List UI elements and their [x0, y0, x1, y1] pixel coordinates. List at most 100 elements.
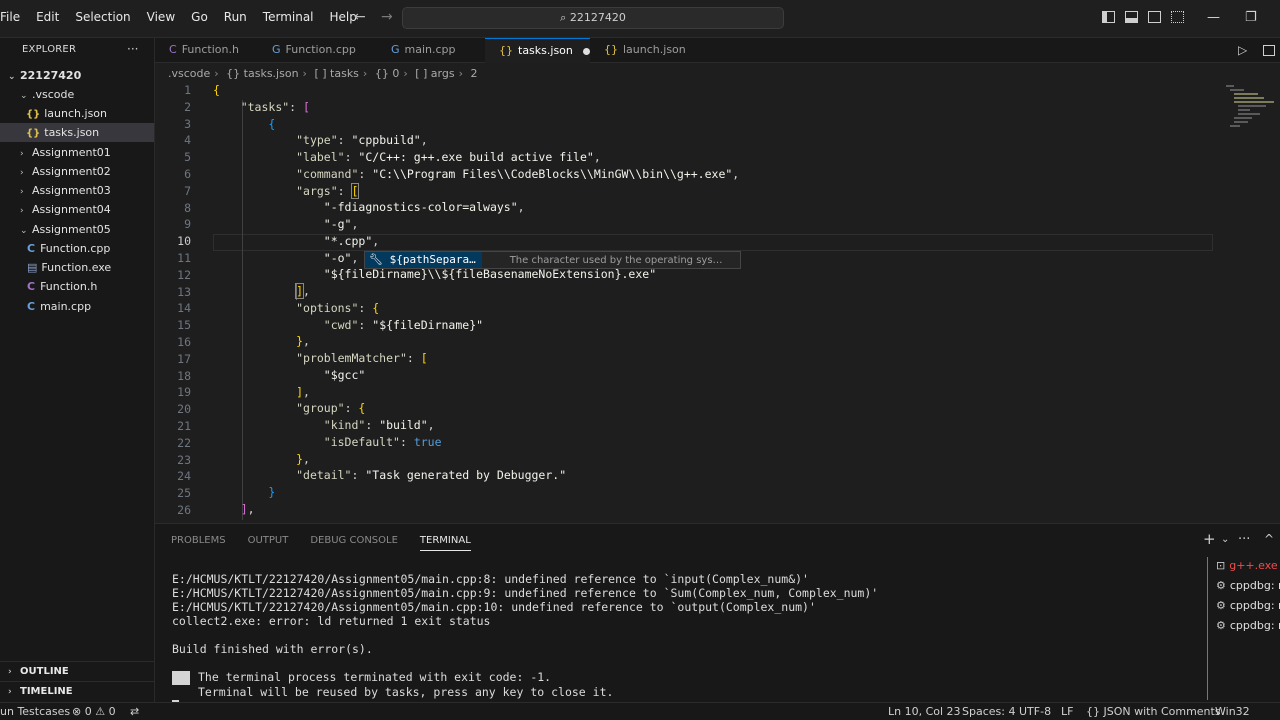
terminal-output[interactable]: E:/HCMUS/KTLT/22127420/Assignment05/main…: [172, 558, 878, 713]
code-editor[interactable]: 1 2 3 4 5 6 7 8 9 10 11 12 13 14 15 16 17 18 19 20 21 22 23 24 2…: [155, 83, 1215, 521]
breadcrumb-item[interactable]: 2: [471, 67, 478, 80]
toggle-sidebar-icon[interactable]: [1102, 11, 1115, 23]
line-number: 1: [184, 83, 191, 97]
exe-file-icon: ▤: [27, 261, 38, 274]
cpp-file-icon: C: [27, 242, 36, 255]
terminal-line: Build finished with error(s).: [172, 642, 373, 656]
menu-view[interactable]: View: [139, 10, 183, 24]
tab-debug-console[interactable]: DEBUG CONSOLE: [310, 535, 398, 551]
restore-icon[interactable]: ❐: [1245, 10, 1257, 25]
header-file-icon: C: [27, 280, 36, 293]
code-line: "*.cpp",: [323, 234, 380, 248]
tree-file-main-cpp[interactable]: Cmain.cpp: [0, 297, 154, 316]
tree-file-function-exe[interactable]: ▤ Function.exe: [0, 258, 154, 277]
breadcrumb-item[interactable]: [ ] tasks: [314, 67, 358, 80]
unsaved-dot-icon[interactable]: [582, 47, 590, 55]
terminal-list-item[interactable]: ⚙ cppdbg: r: [1216, 619, 1280, 632]
line-number: 15: [177, 318, 191, 333]
tree-file-function-h[interactable]: C Function.h: [0, 277, 154, 296]
code-line: "${fileDirname}\\${fileBasenameNoExtensi…: [323, 267, 657, 281]
code-line: },: [296, 334, 310, 348]
tab-problems[interactable]: PROBLEMS: [171, 535, 226, 551]
tree-folder-assignment04[interactable]: › Assignment04: [0, 200, 154, 219]
tree-file-tasks-json[interactable]: {} tasks.json: [0, 123, 154, 142]
new-terminal-icon[interactable]: +: [1203, 530, 1216, 548]
status-bar: un Testcases ⊗ 0 ⚠ 0 ⇄ Ln 10, Col 23 Spa…: [0, 702, 1280, 720]
customize-layout-icon[interactable]: [1171, 11, 1184, 23]
timeline-section[interactable]: › TIMELINE: [0, 681, 154, 701]
more-actions-icon[interactable]: ···: [127, 42, 138, 56]
tree-file-launch-json[interactable]: {} launch.json: [0, 104, 154, 123]
cpp-file-icon: C: [27, 300, 36, 313]
tab-main-cpp[interactable]: Gmain.cpp: [377, 38, 481, 63]
code-line: "args": [: [296, 183, 360, 199]
cursor-position[interactable]: Ln 10, Col 23: [888, 703, 961, 720]
breadcrumb-item[interactable]: {} tasks.json: [226, 67, 298, 80]
run-icon[interactable]: ▷: [1238, 43, 1247, 57]
search-icon: ⌕: [560, 11, 567, 24]
line-number: 16: [177, 335, 191, 349]
tree-file-function-cpp[interactable]: C Function.cpp: [0, 239, 154, 258]
split-editor-icon[interactable]: [1263, 45, 1275, 56]
terminal-marker-icon: [172, 670, 190, 685]
problems-count[interactable]: ⊗ 0 ⚠ 0: [72, 703, 116, 720]
terminal-list-item[interactable]: ⚙ cppdbg: r: [1216, 579, 1280, 592]
minimize-icon[interactable]: —: [1207, 10, 1220, 25]
menu-file[interactable]: File: [0, 10, 28, 24]
tab-output[interactable]: OUTPUT: [248, 535, 289, 551]
forward-arrow-icon[interactable]: →: [381, 9, 393, 25]
cpp-file-icon: G: [391, 43, 400, 56]
line-ending[interactable]: LF: [1061, 703, 1073, 720]
toggle-panel-icon[interactable]: [1125, 11, 1138, 23]
back-arrow-icon[interactable]: ←: [354, 9, 366, 25]
live-share-icon[interactable]: ⇄: [130, 703, 139, 720]
tab-terminal[interactable]: TERMINAL: [419, 535, 471, 551]
outline-section[interactable]: › OUTLINE: [0, 661, 154, 681]
language-mode[interactable]: {} JSON with Comments: [1086, 703, 1221, 720]
debug-gear-icon: ⚙: [1216, 579, 1226, 592]
tab-tasks-json[interactable]: {} tasks.json: [485, 38, 590, 63]
more-actions-icon[interactable]: ···: [1238, 532, 1250, 547]
indentation[interactable]: Spaces: 4: [962, 703, 1015, 720]
menu-run[interactable]: Run: [216, 10, 255, 24]
command-center-search[interactable]: ⌕ 22127420: [402, 7, 784, 29]
code-line: "tasks": [: [240, 100, 310, 114]
tree-folder-assignment05[interactable]: ⌄ Assignment05: [0, 220, 154, 239]
terminal-list-item[interactable]: ⊡ g++.exe: [1216, 559, 1278, 572]
breadcrumb-item[interactable]: {} 0: [375, 67, 400, 80]
explorer-sidebar: EXPLORER ··· ⌄ 22127420 ⌄ .vscode {} launch…: [0, 38, 155, 702]
tab-function-h[interactable]: C Function.h: [155, 38, 255, 63]
toggle-secondary-sidebar-icon[interactable]: [1148, 11, 1161, 23]
bottom-panel: PROBLEMS OUTPUT DEBUG CONSOLE TERMINAL +…: [155, 523, 1280, 713]
breadcrumb-item[interactable]: [ ] args: [415, 67, 454, 80]
tab-function-cpp[interactable]: G Function.cpp: [258, 38, 368, 63]
line-number: 12: [177, 267, 191, 282]
menu-go[interactable]: Go: [183, 10, 216, 24]
breadcrumb-item[interactable]: .vscode: [168, 67, 210, 80]
maximize-panel-icon[interactable]: ^: [1264, 532, 1274, 546]
platform[interactable]: Win32: [1215, 703, 1250, 720]
line-number: 22: [177, 435, 191, 450]
code-line: "group": {: [296, 401, 366, 415]
terminal-icon: ⊡: [1216, 559, 1226, 572]
minimap[interactable]: [1222, 83, 1277, 133]
autocomplete-suggestion[interactable]: 🔧︎ ${pathSepara… The character used by th…: [364, 251, 741, 269]
terminal-list-item[interactable]: ⚙ cppdbg: r: [1216, 599, 1280, 612]
title-bar: File Edit Selection View Go Run Terminal…: [0, 0, 1280, 38]
menu-edit[interactable]: Edit: [28, 10, 67, 24]
tree-root-folder[interactable]: ⌄ 22127420: [0, 66, 154, 85]
run-testcases-item[interactable]: un Testcases: [0, 703, 70, 720]
chevron-down-icon[interactable]: ⌄: [1221, 534, 1229, 545]
line-number: 21: [177, 419, 191, 433]
menu-selection[interactable]: Selection: [67, 10, 138, 24]
line-number: 13: [177, 284, 191, 299]
tree-folder-assignment02[interactable]: › Assignment02: [0, 162, 154, 181]
tree-folder-vscode[interactable]: ⌄ .vscode: [0, 85, 154, 104]
encoding[interactable]: UTF-8: [1019, 703, 1051, 720]
menu-terminal[interactable]: Terminal: [255, 10, 322, 24]
line-number: 6: [184, 167, 191, 181]
tree-folder-assignment01[interactable]: › Assignment01: [0, 143, 154, 162]
tree-folder-assignment03[interactable]: › Assignment03: [0, 181, 154, 200]
tab-launch-json[interactable]: {} launch.json: [590, 38, 700, 63]
code-line: "detail": "Task generated by Debugger.": [296, 468, 567, 482]
